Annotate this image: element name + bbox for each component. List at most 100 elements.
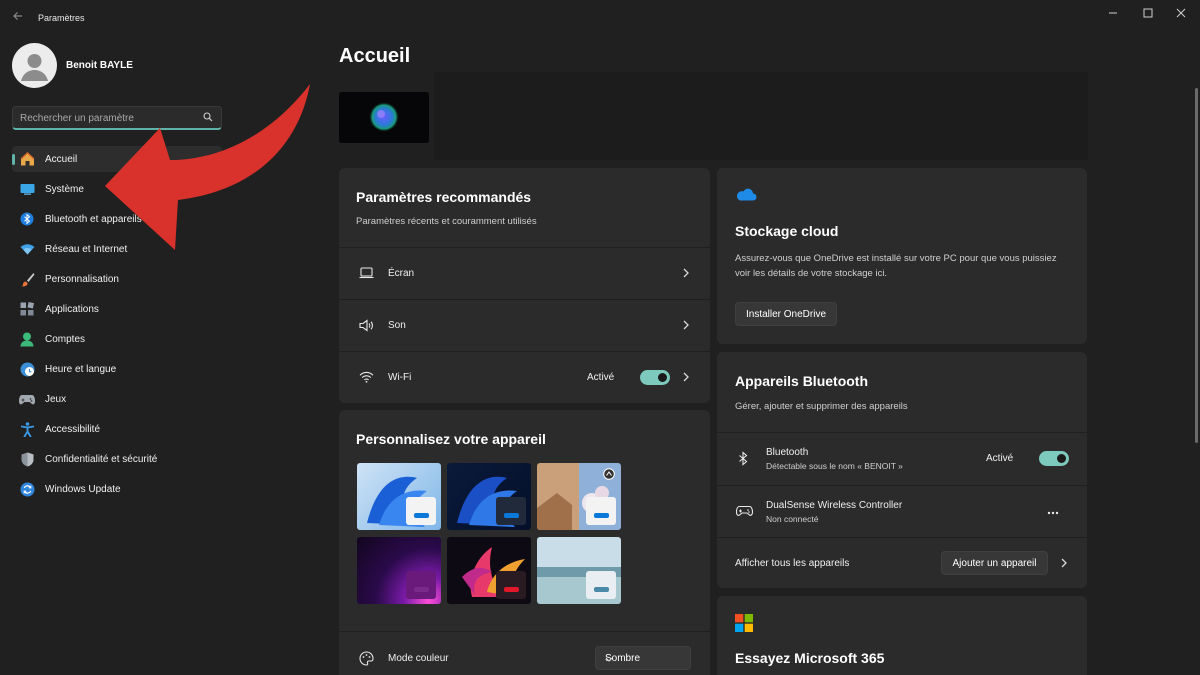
- wifi-toggle[interactable]: [640, 370, 670, 385]
- sidebar-item-label: Windows Update: [45, 483, 121, 495]
- theme-thumbnail-captured-motion[interactable]: [447, 537, 531, 604]
- avatar[interactable]: [12, 43, 57, 88]
- user-name: Benoit BAYLE: [66, 60, 133, 71]
- device-name: DualSense Wireless Controller: [766, 500, 903, 511]
- sidebar-item-comptes[interactable]: Comptes: [12, 326, 222, 352]
- chevron-right-icon: [681, 320, 691, 330]
- back-arrow-icon[interactable]: [10, 10, 26, 26]
- update-icon: [19, 481, 35, 497]
- accessibility-icon: [19, 421, 35, 437]
- clock-globe-icon: [19, 361, 35, 377]
- row-label: Écran: [388, 268, 415, 279]
- sidebar-item-label: Système: [45, 183, 84, 195]
- hero-banner: [434, 72, 1088, 160]
- chevron-right-icon: [681, 372, 691, 382]
- personalize-card: Personnalisez votre appareil Mode couleu…: [339, 410, 710, 675]
- row-label: Son: [388, 320, 406, 331]
- system-icon: [19, 181, 35, 197]
- home-icon: [19, 151, 35, 167]
- sidebar-item-bluetooth[interactable]: Bluetooth et appareils: [12, 206, 222, 232]
- bluetooth-discoverable-text: Détectable sous le nom « BENOIT »: [766, 461, 903, 471]
- recommended-settings-card: Paramètres recommandés Paramètres récent…: [339, 168, 710, 403]
- sidebar-item-label: Jeux: [45, 393, 67, 405]
- theme-thumbnail-glow[interactable]: [357, 537, 441, 604]
- sidebar-item-personnalisation[interactable]: Personnalisation: [12, 266, 222, 292]
- wallpaper-thumbnail[interactable]: [339, 92, 429, 143]
- sidebar-item-confidentialite[interactable]: Confidentialité et sécurité: [12, 446, 222, 472]
- theme-thumbnail-spotlight[interactable]: [537, 463, 621, 530]
- palette-icon: [359, 651, 374, 669]
- card-title: Stockage cloud: [735, 223, 839, 239]
- sidebar-item-reseau[interactable]: Réseau et Internet: [12, 236, 222, 262]
- recommended-row-wifi[interactable]: Wi-Fi Activé: [339, 351, 710, 403]
- sidebar-item-applications[interactable]: Applications: [12, 296, 222, 322]
- sidebar-item-label: Heure et langue: [45, 363, 117, 375]
- wifi-icon: [19, 241, 35, 257]
- sidebar-nav: Accueil Système Bluetooth et appareils R…: [12, 146, 222, 506]
- card-subtitle: Gérer, ajouter et supprimer des appareil…: [735, 401, 908, 412]
- row-label: Bluetooth: [766, 447, 809, 458]
- sidebar-item-heure-langue[interactable]: Heure et langue: [12, 356, 222, 382]
- row-label: Afficher tous les appareils: [735, 558, 850, 569]
- color-mode-dropdown[interactable]: Sombre: [595, 646, 691, 670]
- shield-icon: [19, 451, 35, 467]
- minimize-button[interactable]: [1098, 4, 1128, 22]
- row-label: Mode couleur: [388, 653, 449, 664]
- scrollbar[interactable]: [1195, 88, 1198, 443]
- bluetooth-row: Bluetooth Détectable sous le nom « BENOI…: [717, 432, 1087, 485]
- theme-thumbnail-light-bloom[interactable]: [357, 463, 441, 530]
- app-title: Paramètres: [38, 13, 85, 23]
- search-box[interactable]: [12, 106, 222, 130]
- onedrive-cloud-icon: [735, 186, 757, 204]
- sidebar-item-accessibilite[interactable]: Accessibilité: [12, 416, 222, 442]
- close-button[interactable]: [1166, 4, 1196, 22]
- card-title: Paramètres recommandés: [356, 189, 532, 205]
- more-options-icon[interactable]: [1047, 506, 1059, 518]
- search-input[interactable]: [20, 110, 200, 126]
- recommended-row-son[interactable]: Son: [339, 299, 710, 351]
- title-bar: Paramètres: [0, 0, 1200, 36]
- theme-thumbnail-flow[interactable]: [537, 537, 621, 604]
- sidebar-item-windows-update[interactable]: Windows Update: [12, 476, 222, 502]
- cloud-description: Assurez-vous que OneDrive est installé s…: [735, 253, 1057, 279]
- color-mode-row: Mode couleur Sombre: [339, 631, 710, 675]
- sidebar-item-systeme[interactable]: Système: [12, 176, 222, 202]
- wifi-icon: [359, 371, 374, 386]
- show-all-devices-row[interactable]: Afficher tous les appareils Ajouter un a…: [717, 537, 1087, 588]
- bluetooth-devices-card: Appareils Bluetooth Gérer, ajouter et su…: [717, 352, 1087, 588]
- microsoft-365-card: Essayez Microsoft 365: [717, 596, 1087, 675]
- chevron-right-icon: [1059, 558, 1069, 568]
- theme-thumbnail-dark-bloom[interactable]: [447, 463, 531, 530]
- page-title: Accueil: [339, 45, 411, 67]
- wifi-state: Activé: [587, 372, 615, 383]
- sidebar-item-jeux[interactable]: Jeux: [12, 386, 222, 412]
- install-onedrive-button[interactable]: Installer OneDrive: [735, 302, 837, 326]
- user-profile[interactable]: Benoit BAYLE: [12, 43, 133, 88]
- sidebar-item-label: Confidentialité et sécurité: [45, 453, 158, 465]
- device-row[interactable]: DualSense Wireless Controller Non connec…: [717, 485, 1087, 537]
- row-label: Wi-Fi: [388, 372, 412, 383]
- chevron-right-icon: [681, 268, 691, 278]
- gamepad-icon: [19, 391, 35, 407]
- sidebar-item-label: Accueil: [45, 153, 78, 165]
- bluetooth-icon: [19, 211, 35, 227]
- cloud-storage-card: Stockage cloud Assurez-vous que OneDrive…: [717, 168, 1087, 344]
- gamepad-icon: [735, 505, 754, 520]
- sidebar-item-accueil[interactable]: Accueil: [12, 146, 222, 172]
- brush-icon: [19, 271, 35, 287]
- card-title: Appareils Bluetooth: [735, 373, 869, 389]
- sidebar-item-label: Accessibilité: [45, 423, 101, 435]
- sidebar-item-label: Réseau et Internet: [45, 243, 128, 255]
- recommended-row-ecran[interactable]: Écran: [339, 247, 710, 299]
- card-subtitle: Paramètres récents et couramment utilisé…: [356, 216, 537, 227]
- laptop-icon: [359, 267, 374, 282]
- search-icon[interactable]: [203, 112, 213, 125]
- spotlight-badge-icon: [603, 468, 615, 483]
- bluetooth-toggle[interactable]: [1039, 451, 1069, 466]
- card-title: Personnalisez votre appareil: [356, 431, 546, 447]
- add-device-button[interactable]: Ajouter un appareil: [941, 551, 1048, 575]
- maximize-button[interactable]: [1133, 4, 1163, 22]
- sidebar-item-label: Bluetooth et appareils: [45, 213, 142, 225]
- device-status: Non connecté: [766, 514, 819, 524]
- card-title: Essayez Microsoft 365: [735, 650, 885, 666]
